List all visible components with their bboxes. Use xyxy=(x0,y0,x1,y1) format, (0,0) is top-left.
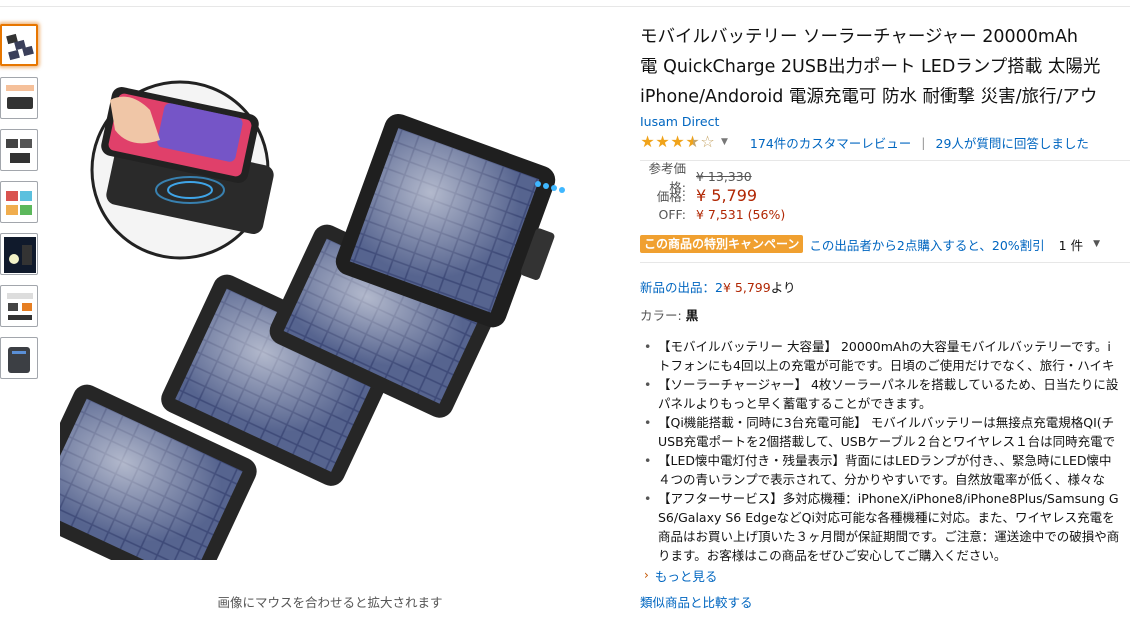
promotion-row: この商品の特別キャンペーン この出品者から2点購入すると、20%割引 1 件 ▼ xyxy=(640,234,1130,254)
see-more-link[interactable]: もっと見る xyxy=(655,566,718,585)
main-product-image[interactable] xyxy=(21,80,600,596)
promotion-quantity[interactable]: 1 件 xyxy=(1059,235,1083,254)
separator: | xyxy=(921,134,926,150)
color-value: 黒 xyxy=(685,308,699,323)
title-line-3: iPhone/Andoroid 電源充電可 防水 耐衝撃 災害/旅行/アウ xyxy=(640,87,1098,107)
savings-label: OFF: xyxy=(658,207,686,222)
title-line-2: 電 QuickCharge 2USB出力ポート LEDランプ搭載 太陽光 xyxy=(640,57,1101,77)
feature-bullet: • 【モバイルバッテリー 大容量】 20000mAhの大容量モバイルバッテリーで… xyxy=(644,339,1115,373)
star-full-icon: ★ xyxy=(655,132,670,151)
top-divider xyxy=(0,6,1130,7)
promotion-link[interactable]: この出品者から2点購入すると、20%割引 xyxy=(809,235,1044,254)
brand-link[interactable]: Iusam Direct xyxy=(640,114,1130,130)
color-label: カラー: xyxy=(640,308,686,323)
hover-zoom-hint: 画像にマウスを合わせると拡大されます xyxy=(217,595,443,610)
chevron-down-icon[interactable]: ▼ xyxy=(721,137,728,147)
feature-bullet: • 【Qi機能搭載・同時に3台充電可能】 モバイルバッテリーは無接点充電規格QI… xyxy=(644,415,1116,449)
star-half-icon: ★ xyxy=(685,132,700,151)
product-details: モバイルバッテリー ソーラーチャージャー 20000mAh 電 QuickCha… xyxy=(640,22,1130,585)
new-offers-price: ¥ 5,799 xyxy=(722,280,771,295)
questions-link[interactable]: 29人が質問に回答しました xyxy=(936,133,1089,152)
reviews-link[interactable]: 174件のカスタマーレビュー xyxy=(750,133,911,152)
star-full-icon: ★ xyxy=(640,132,655,151)
thumbnail-7[interactable] xyxy=(0,337,38,379)
chevron-down-icon[interactable]: ▼ xyxy=(1093,239,1100,249)
solar-power-bank-illustration xyxy=(21,80,565,596)
star-rating[interactable]: ★ ★ ★ ★ ☆ xyxy=(640,134,715,150)
price-block: 参考価格: ¥ 13,330 価格: ¥ 5,799 OFF: ¥ 7,531 … xyxy=(640,161,1130,224)
price-label: 価格: xyxy=(656,189,686,204)
feature-bullet: • 【アフターサービス】多対応機種：iPhoneX/iPhone8/iPhone… xyxy=(644,491,1120,563)
thumbnail-4[interactable] xyxy=(0,181,38,223)
star-full-icon: ★ xyxy=(670,132,685,151)
thumbnail-5[interactable] xyxy=(0,233,38,275)
title-line-1: モバイルバッテリー ソーラーチャージャー 20000mAh xyxy=(640,27,1079,47)
new-offers-suffix: より xyxy=(770,280,796,295)
feature-bullet: • 【ソーラーチャージャー】 4枚ソーラーパネルを搭載しているため、日当たりに設… xyxy=(644,377,1119,411)
promotion-badge: この商品の特別キャンペーン xyxy=(640,235,804,253)
compare-similar-link[interactable]: 類似商品と比較する xyxy=(640,592,753,611)
color-selector: カラー: 黒 xyxy=(640,307,1130,325)
see-more[interactable]: › もっと見る xyxy=(640,565,1130,585)
sale-price: ¥ 5,799 xyxy=(696,186,758,205)
star-empty-icon: ☆ xyxy=(700,132,715,151)
thumbnail-1[interactable] xyxy=(0,24,38,66)
rating-row: ★ ★ ★ ★ ☆ ▼ 174件のカスタマーレビュー | 29人が質問に回答しま… xyxy=(640,132,1130,152)
list-price: ¥ 13,330 xyxy=(696,169,752,184)
divider xyxy=(640,262,1130,263)
feature-bullet: • 【LED懐中電灯付き・残量表示】背面にはLEDランプが付き、、緊急時にLED… xyxy=(644,453,1112,487)
feature-bullets: • 【モバイルバッテリー 大容量】 20000mAhの大容量モバイルバッテリーで… xyxy=(640,337,1130,565)
new-offers-link[interactable]: 新品の出品：2 xyxy=(640,280,723,295)
thumbnail-2[interactable] xyxy=(0,77,38,119)
new-offers[interactable]: 新品の出品：2¥ 5,799より xyxy=(640,279,1130,297)
thumbnail-3[interactable] xyxy=(0,129,38,171)
chevron-right-icon: › xyxy=(644,568,649,582)
thumbnail-6[interactable] xyxy=(0,285,38,327)
savings-amount: ¥ 7,531 (56%) xyxy=(696,207,786,222)
product-title: モバイルバッテリー ソーラーチャージャー 20000mAh 電 QuickCha… xyxy=(640,22,1130,112)
divider xyxy=(640,160,1130,161)
